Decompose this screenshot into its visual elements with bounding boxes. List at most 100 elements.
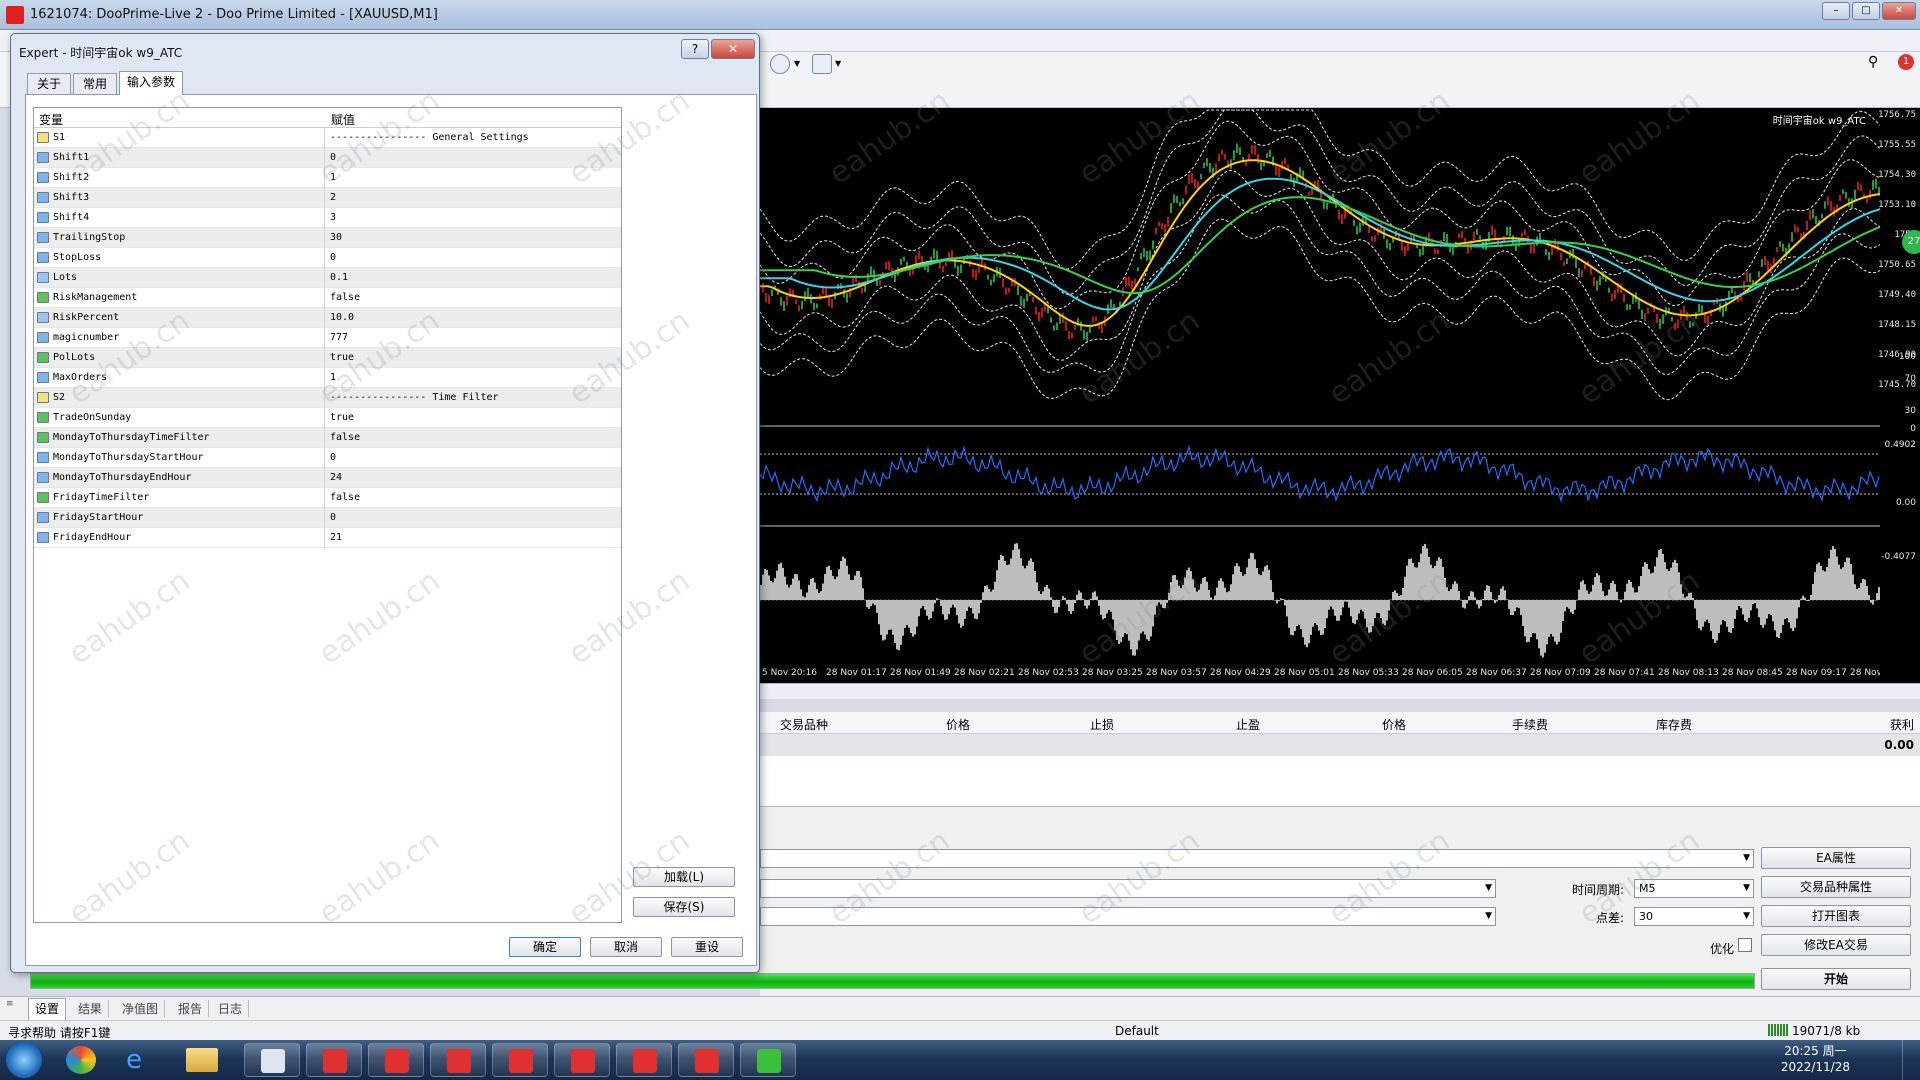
start-button[interactable]: 开始 xyxy=(1761,968,1911,990)
maximize-button[interactable]: □ xyxy=(1852,2,1880,20)
clock-icon[interactable] xyxy=(770,54,790,74)
taskbar-app-button[interactable] xyxy=(244,1043,300,1077)
taskbar-mt4-button[interactable] xyxy=(492,1043,548,1077)
param-value[interactable]: 3 xyxy=(330,212,336,223)
parameter-row[interactable]: FridayEndHour 21 xyxy=(34,528,621,548)
trade-column-header[interactable]: 止损 xyxy=(1090,716,1114,733)
trade-column-header[interactable]: 获利 xyxy=(1890,716,1914,733)
tab-inputs[interactable]: 输入参数 xyxy=(119,71,183,95)
param-value[interactable]: ---------------- Time Filter xyxy=(330,392,499,403)
show-desktop-button[interactable] xyxy=(1902,1040,1916,1080)
template-icon[interactable] xyxy=(812,54,832,74)
close-dialog-button[interactable]: ✕ xyxy=(711,39,755,59)
parameter-row[interactable]: Lots 0.1 xyxy=(34,268,621,288)
parameter-row[interactable]: TradeOnSunday true xyxy=(34,408,621,428)
bottom-tab[interactable]: 结果 xyxy=(72,1000,110,1017)
file-explorer-icon[interactable] xyxy=(186,1048,218,1072)
param-value[interactable]: 0 xyxy=(330,512,336,523)
panel-handle[interactable]: ≡ xyxy=(6,999,20,1019)
expert-select[interactable]: ▼ xyxy=(760,849,1754,868)
optimize-checkbox[interactable] xyxy=(1738,938,1752,952)
trade-column-header[interactable]: 止盈 xyxy=(1236,716,1260,733)
load-button[interactable]: 加载(L) xyxy=(633,867,735,887)
app-360-icon[interactable] xyxy=(66,1046,96,1074)
param-value[interactable]: false xyxy=(330,292,360,303)
param-value[interactable]: 0.1 xyxy=(330,272,348,283)
param-value[interactable]: 1 xyxy=(330,372,336,383)
param-value[interactable]: 21 xyxy=(330,532,342,543)
parameter-row[interactable]: TrailingStop 30 xyxy=(34,228,621,248)
trade-column-header[interactable]: 库存费 xyxy=(1656,716,1692,733)
taskbar-mt4-button[interactable] xyxy=(678,1043,734,1077)
bottom-tab[interactable]: 净值图 xyxy=(116,1000,166,1017)
param-value[interactable]: false xyxy=(330,432,360,443)
open-chart-button[interactable]: 打开图表 xyxy=(1761,905,1911,927)
parameter-row[interactable]: Shift4 3 xyxy=(34,208,621,228)
trade-column-header[interactable]: 手续费 xyxy=(1512,716,1548,733)
bottom-tab[interactable]: 报告 xyxy=(172,1000,210,1017)
symbol-select[interactable]: ▼ xyxy=(760,879,1496,898)
param-value[interactable]: 1 xyxy=(330,172,336,183)
start-menu-icon[interactable] xyxy=(6,1042,42,1078)
period-select[interactable]: M5 ▼ xyxy=(1634,879,1754,898)
taskbar-mt4-button[interactable] xyxy=(554,1043,610,1077)
reset-button[interactable]: 重设 xyxy=(671,937,743,957)
minimize-button[interactable]: – xyxy=(1822,2,1850,20)
close-window-button[interactable]: ✕ xyxy=(1882,2,1916,20)
modify-ea-button[interactable]: 修改EA交易 xyxy=(1761,934,1911,956)
price-chart[interactable]: 时间宇宙ok w9_ATC 5 Nov 20:16 28 Nov 01:17 28 … xyxy=(760,108,1911,683)
taskbar-mt4-button[interactable] xyxy=(740,1043,796,1077)
parameter-row[interactable]: magicnumber 777 xyxy=(34,328,621,348)
param-value[interactable]: 0 xyxy=(330,152,336,163)
param-value[interactable]: 2 xyxy=(330,192,336,203)
trade-column-header[interactable]: 价格 xyxy=(1382,716,1406,733)
parameter-row[interactable]: S2 ---------------- Time Filter xyxy=(34,388,621,408)
taskbar-mt4-button[interactable] xyxy=(616,1043,672,1077)
param-value[interactable]: 10.0 xyxy=(330,312,354,323)
param-value[interactable]: 777 xyxy=(330,332,348,343)
template-dropdown-icon[interactable]: ▼ xyxy=(835,59,841,68)
tab-common[interactable]: 常用 xyxy=(73,73,117,95)
help-button[interactable]: ? xyxy=(681,39,709,59)
parameter-row[interactable]: FridayStartHour 0 xyxy=(34,508,621,528)
param-value[interactable]: 24 xyxy=(330,472,342,483)
notification-icon[interactable]: 1 xyxy=(1898,54,1914,70)
ie-browser-icon[interactable]: e xyxy=(126,1046,156,1074)
bottom-tab[interactable]: 设置 xyxy=(28,998,67,1020)
tab-about[interactable]: 关于 xyxy=(27,73,71,95)
parameter-row[interactable]: MondayToThursdayStartHour 0 xyxy=(34,448,621,468)
save-button[interactable]: 保存(S) xyxy=(633,897,735,917)
trade-column-header[interactable]: 交易品种 xyxy=(780,716,828,733)
parameter-row[interactable]: FridayTimeFilter false xyxy=(34,488,621,508)
symbol-properties-button[interactable]: 交易品种属性 xyxy=(1761,876,1911,898)
parameter-row[interactable]: StopLoss 0 xyxy=(34,248,621,268)
ea-properties-button[interactable]: EA属性 xyxy=(1761,847,1911,869)
system-clock[interactable]: 20:25 周一 2022/11/28 xyxy=(1781,1043,1850,1075)
spread-select[interactable]: 30 ▼ xyxy=(1634,907,1754,926)
parameter-row[interactable]: PolLots true xyxy=(34,348,621,368)
parameter-row[interactable]: MondayToThursdayTimeFilter false xyxy=(34,428,621,448)
param-value[interactable]: ---------------- General Settings xyxy=(330,132,529,143)
parameter-row[interactable]: Shift2 1 xyxy=(34,168,621,188)
param-value[interactable]: 0 xyxy=(330,252,336,263)
parameter-row[interactable]: RiskManagement false xyxy=(34,288,621,308)
param-value[interactable]: 30 xyxy=(330,232,342,243)
search-icon[interactable]: ⚲ xyxy=(1868,54,1878,70)
param-value[interactable]: false xyxy=(330,492,360,503)
trade-column-header[interactable]: 价格 xyxy=(946,716,970,733)
bottom-tab[interactable]: 日志 xyxy=(212,1000,250,1017)
param-value[interactable]: true xyxy=(330,412,354,423)
parameter-row[interactable]: RiskPercent 10.0 xyxy=(34,308,621,328)
chart-scrollbar[interactable] xyxy=(760,683,1920,699)
taskbar-mt4-button[interactable] xyxy=(306,1043,362,1077)
cancel-button[interactable]: 取消 xyxy=(590,937,662,957)
parameter-row[interactable]: Shift1 0 xyxy=(34,148,621,168)
parameter-row[interactable]: S1 ---------------- General Settings xyxy=(34,128,621,148)
parameter-row[interactable]: MondayToThursdayEndHour 24 xyxy=(34,468,621,488)
parameter-row[interactable]: Shift3 2 xyxy=(34,188,621,208)
ok-button[interactable]: 确定 xyxy=(509,937,581,957)
clock-dropdown-icon[interactable]: ▼ xyxy=(794,59,800,68)
model-select[interactable]: ▼ xyxy=(760,907,1496,926)
parameter-row[interactable]: MaxOrders 1 xyxy=(34,368,621,388)
param-value[interactable]: 0 xyxy=(330,452,336,463)
